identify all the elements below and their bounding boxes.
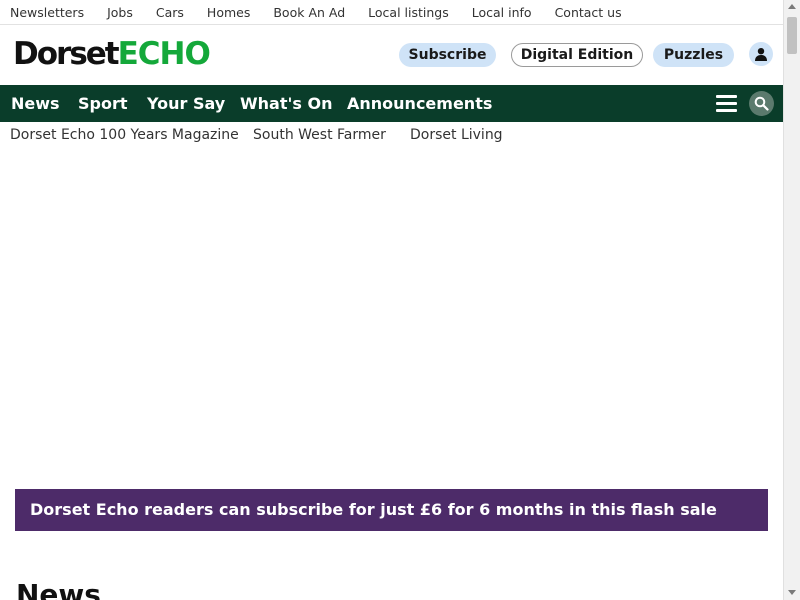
digital-edition-button[interactable]: Digital Edition (511, 43, 643, 67)
scroll-up-icon[interactable] (788, 4, 796, 9)
user-icon (755, 48, 767, 61)
menu-icon[interactable] (716, 95, 737, 112)
utility-nav: Newsletters Jobs Cars Homes Book An Ad L… (0, 0, 783, 25)
account-button[interactable] (749, 42, 773, 66)
main-nav: News Sport Your Say What's On Announceme… (0, 85, 783, 122)
util-link-cars[interactable]: Cars (156, 5, 184, 20)
subscription-promo-banner[interactable]: Dorset Echo readers can subscribe for ju… (15, 489, 768, 531)
subscribe-button[interactable]: Subscribe (399, 43, 496, 67)
search-button[interactable] (749, 91, 774, 116)
sub-nav-dorset-echo-100-years[interactable]: Dorset Echo 100 Years Magazine (10, 127, 239, 143)
logo-text-echo: ECHO (117, 36, 211, 72)
site-logo[interactable]: DorsetECHO (13, 36, 211, 72)
util-link-newsletters[interactable]: Newsletters (10, 5, 84, 20)
sub-nav-south-west-farmer[interactable]: South West Farmer (253, 127, 386, 143)
page: Newsletters Jobs Cars Homes Book An Ad L… (0, 0, 783, 600)
util-link-local-listings[interactable]: Local listings (368, 5, 449, 20)
vertical-scrollbar[interactable] (783, 0, 800, 600)
sub-nav: Dorset Echo 100 Years Magazine South Wes… (0, 127, 783, 147)
promo-text: Dorset Echo readers can subscribe for ju… (30, 500, 717, 519)
nav-item-sport[interactable]: Sport (78, 85, 128, 122)
util-link-book-an-ad[interactable]: Book An Ad (273, 5, 345, 20)
brand-header: DorsetECHO Subscribe Digital Edition Puz… (0, 25, 783, 85)
sub-nav-dorset-living[interactable]: Dorset Living (410, 127, 503, 143)
nav-item-news[interactable]: News (11, 85, 60, 122)
section-heading-news: News (16, 578, 101, 600)
util-link-local-info[interactable]: Local info (472, 5, 532, 20)
puzzles-button[interactable]: Puzzles (653, 43, 734, 67)
nav-item-your-say[interactable]: Your Say (147, 85, 225, 122)
scroll-down-icon[interactable] (788, 590, 796, 595)
util-link-jobs[interactable]: Jobs (107, 5, 133, 20)
search-icon (754, 96, 769, 111)
util-link-contact-us[interactable]: Contact us (555, 5, 622, 20)
scrollbar-thumb[interactable] (787, 17, 797, 54)
nav-item-whats-on[interactable]: What's On (240, 85, 332, 122)
nav-item-announcements[interactable]: Announcements (347, 85, 492, 122)
logo-text-dorset: Dorset (13, 36, 120, 72)
util-link-homes[interactable]: Homes (207, 5, 250, 20)
